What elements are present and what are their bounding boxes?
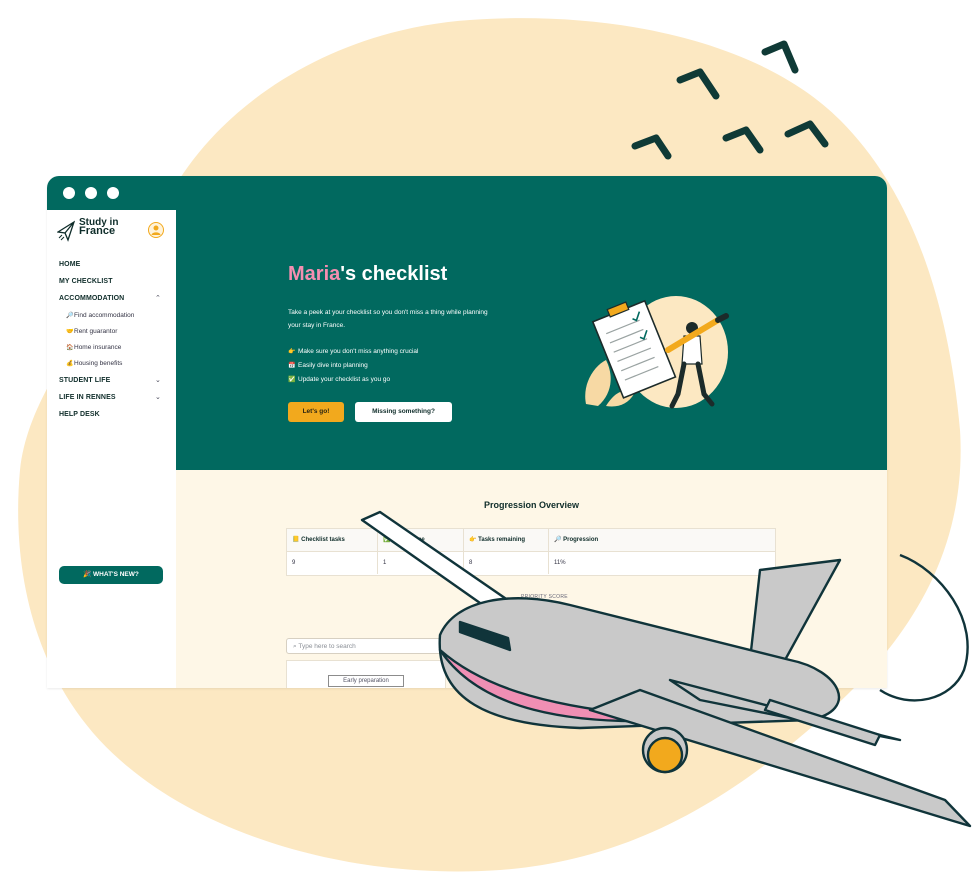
money-bag-icon: 💰	[66, 361, 74, 367]
whats-new-label: WHAT'S NEW?	[93, 571, 139, 578]
missing-something-button[interactable]: Missing something?	[355, 402, 452, 422]
nav-student-life[interactable]: STUDENT LIFE	[59, 376, 110, 385]
chevron-down-icon[interactable]: ⌄	[155, 393, 161, 402]
bullet-text: Make sure you don't miss anything crucia…	[298, 348, 419, 355]
window-dot	[85, 187, 97, 199]
nav-home[interactable]: HOME	[59, 260, 80, 269]
nav-label: Home insurance	[74, 344, 122, 351]
hero-bullet: 👉 Make sure you don't miss anything cruci…	[288, 347, 418, 357]
check-box-icon: ✅	[288, 377, 296, 383]
window-titlebar	[47, 176, 887, 210]
window-dot	[107, 187, 119, 199]
house-icon: 🏠	[66, 345, 74, 351]
nav-label: Find accommodation	[74, 312, 135, 319]
birds-illustration	[631, 40, 829, 160]
handshake-icon: 🤝	[66, 329, 74, 335]
nav-home-insurance[interactable]: 🏠Home insurance	[66, 343, 121, 353]
airplane-illustration	[360, 510, 972, 828]
nav-life-in-rennes[interactable]: LIFE IN RENNES	[59, 393, 116, 402]
logo-text: Study in France	[79, 218, 118, 237]
party-icon: 🎉	[83, 571, 94, 578]
user-icon	[151, 225, 161, 235]
magnifier-icon: 🔎	[66, 313, 74, 319]
header-label: Checklist tasks	[301, 537, 345, 543]
nav-help-desk[interactable]: HELP DESK	[59, 410, 100, 419]
user-avatar[interactable]	[148, 222, 164, 238]
bullet-text: Update your checklist as you go	[298, 376, 391, 383]
title-suffix: 's checklist	[340, 263, 448, 285]
chevron-up-icon[interactable]: ⌃	[155, 294, 161, 303]
bullet-text: Easily dive into planning	[298, 362, 368, 369]
hero-bullet: 📅 Easily dive into planning	[288, 361, 368, 371]
logo[interactable]: Study in France	[56, 218, 137, 244]
nav-rent-guarantor[interactable]: 🤝Rent guarantor	[66, 327, 117, 337]
sidebar: Study in France HOME MY CHECKLIST ACCOMM…	[47, 210, 176, 688]
logo-line2: France	[79, 225, 116, 237]
nav-label: Rent guarantor	[74, 328, 118, 335]
paper-plane-icon	[56, 220, 76, 242]
nav-my-checklist[interactable]: MY CHECKLIST	[59, 277, 113, 286]
notebook-icon: 📒	[292, 537, 302, 543]
hero-description: Take a peek at your checklist so you don…	[288, 309, 488, 329]
whats-new-button[interactable]: 🎉 WHAT'S NEW?	[59, 566, 163, 584]
lets-go-button[interactable]: Let's go!	[288, 402, 344, 422]
hero-bullet: ✅ Update your checklist as you go	[288, 375, 390, 385]
page-title: Maria's checklist	[288, 262, 447, 286]
user-name: Maria	[288, 263, 341, 285]
window-dot	[63, 187, 75, 199]
nav-label: Housing benefits	[74, 360, 123, 367]
calendar-icon: 📅	[288, 363, 296, 369]
pointing-hand-icon: 👉	[288, 349, 296, 355]
hero-banner: Maria's checklist Take a peek at your ch…	[176, 210, 887, 470]
nav-find-accommodation[interactable]: 🔎Find accommodation	[66, 311, 134, 321]
nav-housing-benefits[interactable]: 💰Housing benefits	[66, 359, 122, 369]
nav-accommodation[interactable]: ACCOMMODATION	[59, 294, 124, 303]
checklist-illustration	[585, 296, 729, 409]
chevron-down-icon[interactable]: ⌄	[155, 376, 161, 385]
